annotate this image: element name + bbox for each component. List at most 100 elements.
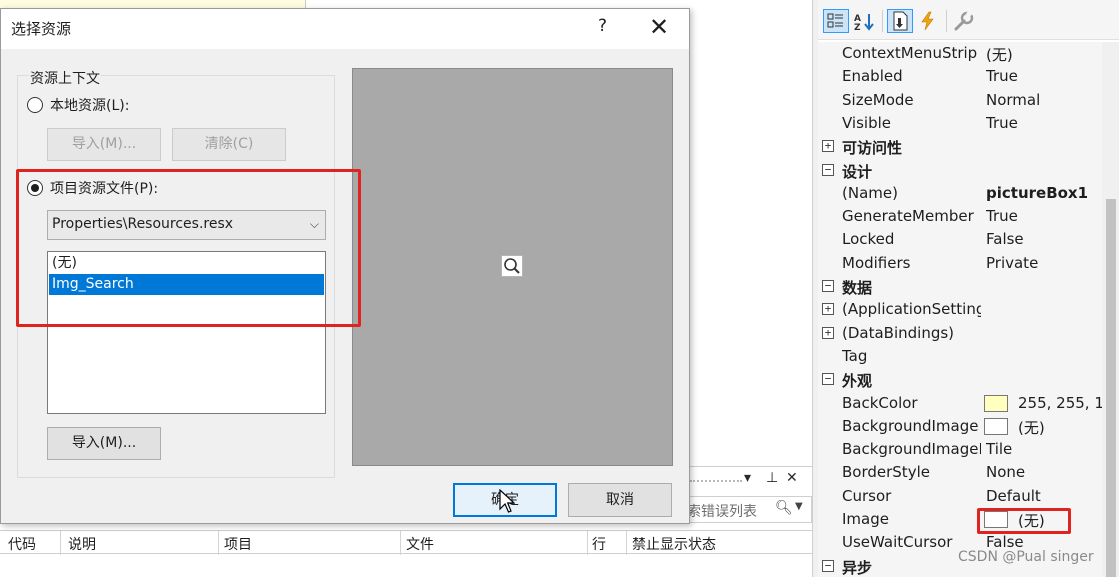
property-value[interactable]: True	[986, 114, 1102, 132]
property-row-visible[interactable]: Visible True	[818, 112, 1102, 135]
resource-listbox[interactable]: (无) Img_Search	[47, 251, 326, 414]
chevron-down-icon[interactable]: ⌵	[310, 217, 319, 232]
property-row-locked[interactable]: Locked False	[818, 228, 1102, 251]
window-dropdown-button[interactable]: ▾	[744, 470, 751, 486]
drag-handle[interactable]	[690, 480, 742, 482]
list-item-img-search[interactable]: Img_Search	[49, 274, 324, 295]
scroll-thumb[interactable]	[1106, 199, 1116, 577]
resource-file-combobox[interactable]: Properties\Resources.resx ⌵	[47, 210, 326, 240]
property-name: SizeMode	[842, 90, 914, 109]
property-value[interactable]: pictureBox1	[986, 184, 1102, 202]
category-name: 外观	[842, 372, 873, 391]
help-button[interactable]: ?	[598, 16, 607, 36]
property-row-backgroundimage[interactable]: BackgroundImage (无)	[818, 415, 1102, 438]
property-row-image[interactable]: Image (无)	[818, 508, 1102, 531]
local-resource-radio[interactable]	[27, 97, 43, 113]
column-separator[interactable]	[400, 531, 401, 555]
expand-icon[interactable]: +	[822, 303, 834, 316]
property-name: BackgroundImageLayout	[842, 440, 981, 459]
import-button[interactable]: 导入(M)...	[47, 427, 161, 460]
collapse-icon[interactable]: −	[822, 280, 834, 292]
local-import-button[interactable]: 导入(M)...	[47, 128, 161, 161]
property-value[interactable]: 255, 255, 192	[1018, 394, 1102, 412]
column-separator[interactable]	[218, 531, 219, 555]
category-name: 异步	[842, 558, 873, 577]
property-row-contextmenustrip[interactable]: ContextMenuStrip (无)	[818, 42, 1102, 65]
mouse-cursor-icon	[499, 489, 515, 513]
property-row-databindings[interactable]: + (DataBindings)	[818, 322, 1102, 345]
expand-icon[interactable]: +	[822, 326, 834, 339]
property-value[interactable]: Default	[986, 487, 1102, 505]
property-value[interactable]: True	[986, 67, 1102, 85]
column-separator[interactable]	[626, 531, 627, 555]
property-row-backcolor[interactable]: BackColor 255, 255, 192	[818, 392, 1102, 415]
property-category[interactable]: + 可访问性	[818, 135, 1102, 158]
property-value[interactable]: (无)	[1018, 417, 1102, 438]
dialog-titlebar[interactable]: 选择资源 ? ✕	[1, 9, 689, 49]
column-header-file[interactable]: 文件	[406, 534, 434, 554]
property-row-enabled[interactable]: Enabled True	[818, 65, 1102, 88]
property-row-cursor[interactable]: Cursor Default	[818, 485, 1102, 508]
search-icon[interactable]: 🔍︎	[775, 500, 793, 516]
local-resource-label[interactable]: 本地资源(L):	[50, 95, 129, 115]
property-value[interactable]: False	[986, 230, 1102, 248]
collapse-icon[interactable]: −	[822, 373, 834, 386]
cancel-button[interactable]: 取消	[568, 483, 672, 517]
property-pages-icon[interactable]	[951, 9, 977, 33]
clear-button[interactable]: 清除(C)	[172, 128, 286, 161]
category-name: 数据	[842, 279, 873, 297]
column-header-code[interactable]: 代码	[8, 534, 36, 554]
property-value[interactable]: Tile	[986, 440, 1102, 458]
alphabetical-icon[interactable]: A Z	[851, 9, 877, 33]
expand-icon[interactable]: +	[822, 140, 834, 153]
group-label: 资源上下文	[29, 68, 101, 88]
property-category[interactable]: − 设计	[818, 159, 1102, 182]
property-row-generatemember[interactable]: GenerateMember True	[818, 205, 1102, 228]
properties-icon[interactable]	[887, 9, 913, 33]
property-name: Enabled	[842, 67, 903, 86]
column-header-description[interactable]: 说明	[68, 534, 96, 554]
collapse-icon[interactable]: −	[822, 559, 834, 572]
search-dropdown-icon[interactable]: ▼	[795, 501, 803, 512]
project-resource-label[interactable]: 项目资源文件(P):	[50, 178, 158, 198]
close-panel-button[interactable]: ✕	[786, 470, 798, 486]
category-name: 可访问性	[842, 139, 903, 158]
events-icon[interactable]	[915, 9, 941, 33]
property-value[interactable]: None	[986, 463, 1102, 481]
property-row-borderstyle[interactable]: BorderStyle None	[818, 461, 1102, 484]
collapse-icon[interactable]: −	[822, 163, 834, 176]
column-header-suppression[interactable]: 禁止显示状态	[632, 534, 716, 554]
property-value[interactable]: Normal	[986, 91, 1102, 109]
property-row-sizemode[interactable]: SizeMode Normal	[818, 89, 1102, 112]
search-icon	[504, 258, 520, 274]
property-name: ContextMenuStrip	[842, 44, 978, 62]
list-item-none[interactable]: (无)	[49, 253, 324, 274]
error-list-search-input[interactable]: 索错误列表 🔍︎ ▼	[686, 496, 812, 523]
error-list-column-header: 代码 说明 项目 文件 行 禁止显示状态	[0, 530, 812, 555]
property-row-tag[interactable]: Tag	[818, 345, 1102, 368]
property-value[interactable]: (无)	[1018, 510, 1102, 531]
property-value[interactable]: (无)	[986, 44, 1102, 65]
project-resource-radio[interactable]	[27, 180, 43, 196]
column-separator[interactable]	[587, 531, 588, 555]
categorized-icon[interactable]	[823, 9, 849, 33]
property-category[interactable]: − 外观	[818, 368, 1102, 391]
property-name: BorderStyle	[842, 463, 930, 482]
column-header-line[interactable]: 行	[592, 534, 606, 554]
property-row-backgroundimagelayout[interactable]: BackgroundImageLayout Tile	[818, 438, 1102, 461]
category-name: 设计	[842, 162, 873, 181]
property-name: Visible	[842, 113, 891, 132]
property-name: BackColor	[842, 393, 918, 412]
column-separator[interactable]	[60, 531, 61, 555]
property-value[interactable]: True	[986, 207, 1102, 225]
property-row-name[interactable]: (Name) pictureBox1	[818, 182, 1102, 205]
error-list-header: ▾ ⊥ ✕	[686, 466, 812, 494]
pin-button[interactable]: ⊥	[766, 470, 778, 486]
property-value[interactable]: Private	[986, 254, 1102, 272]
property-row-applicationsettings[interactable]: + (ApplicationSettings)	[818, 298, 1102, 321]
property-row-modifiers[interactable]: Modifiers Private	[818, 252, 1102, 275]
close-icon[interactable]: ✕	[649, 12, 669, 42]
property-category[interactable]: − 数据	[818, 275, 1102, 298]
column-header-project[interactable]: 项目	[224, 534, 252, 554]
property-grid-scrollbar[interactable]	[1102, 42, 1119, 577]
